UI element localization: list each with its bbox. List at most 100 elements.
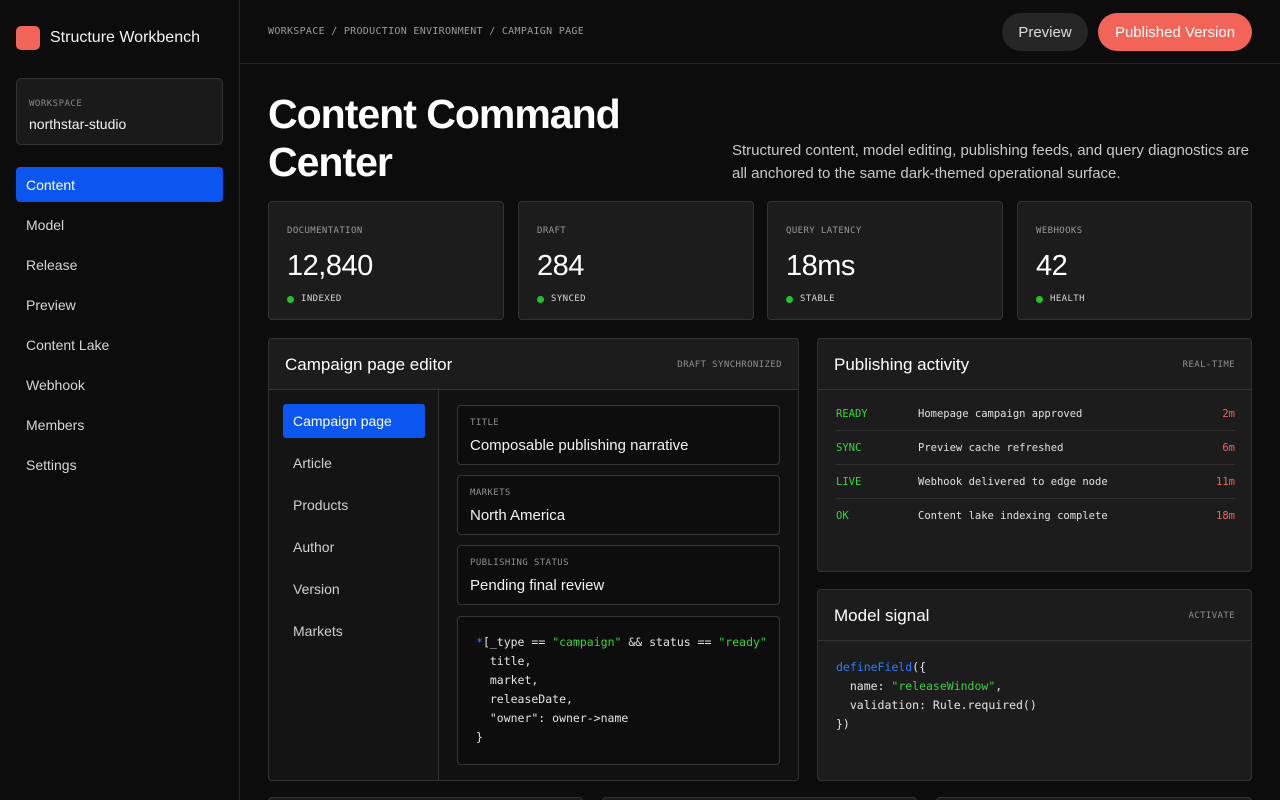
page-description: Structured content, model editing, publi…: [732, 142, 1249, 182]
query-mid: && status ==: [621, 635, 719, 649]
field-label: MARKETS: [470, 488, 511, 498]
code-line: validation: Rule.required(): [836, 698, 1037, 712]
query-type-value: "campaign": [552, 635, 622, 649]
status-dot-icon: [786, 295, 793, 303]
panel-status-tag: DRAFT SYNCHRONIZED: [677, 360, 782, 370]
panel-action-tag[interactable]: ACTIVATE: [1188, 611, 1235, 621]
code-function: defineField: [836, 660, 913, 674]
stat-card-query-latency: QUERY LATENCY 18ms STABLE: [767, 201, 1003, 320]
doc-item-products[interactable]: Products: [283, 488, 425, 522]
doc-item-campaign-page[interactable]: Campaign page: [283, 404, 425, 438]
top-bar: WORKSPACE / PRODUCTION ENVIRONMENT / CAM…: [240, 0, 1280, 64]
stat-value: 12,840: [287, 250, 373, 282]
brand-logo-icon: [16, 26, 40, 50]
stat-status-text: HEALTH: [1050, 294, 1085, 304]
campaign-editor-panel: Campaign page editor DRAFT SYNCHRONIZED …: [268, 338, 799, 781]
sidebar-item-webhook[interactable]: Webhook: [16, 367, 223, 402]
document-type-list: Campaign page Article Products Author Ve…: [269, 390, 439, 780]
stat-label: DRAFT: [537, 226, 567, 236]
query-status-value: "ready": [718, 635, 767, 649]
activity-status: LIVE: [836, 476, 862, 488]
code-line: }): [836, 717, 850, 731]
publishing-activity-panel: Publishing activity REAL-TIME READY Home…: [817, 338, 1252, 572]
workspace-name: northstar-studio: [29, 116, 127, 132]
stat-status: HEALTH: [1036, 294, 1085, 304]
sidebar-item-preview[interactable]: Preview: [16, 287, 223, 322]
status-dot-icon: [537, 295, 544, 303]
groq-query-editor[interactable]: *[_type == "campaign" && status == "read…: [457, 616, 780, 765]
activity-status: READY: [836, 408, 868, 420]
panel-status-tag: REAL-TIME: [1182, 360, 1235, 370]
stat-card-webhooks: WEBHOOKS 42 HEALTH: [1017, 201, 1252, 320]
code-line: name: "releaseWindow",: [836, 679, 1002, 693]
model-signal-panel: Model signal ACTIVATE defineField({ name…: [817, 589, 1252, 781]
stat-label: QUERY LATENCY: [786, 226, 862, 236]
app-name: Structure Workbench: [50, 29, 200, 46]
panel-header: Model signal ACTIVATE: [818, 590, 1251, 641]
publishing-status-field[interactable]: PUBLISHING STATUS Pending final review: [457, 545, 780, 605]
status-dot-icon: [287, 295, 294, 303]
panel-header: Campaign page editor DRAFT SYNCHRONIZED: [269, 339, 798, 390]
doc-item-version[interactable]: Version: [283, 572, 425, 606]
activity-status: OK: [836, 510, 849, 522]
query-line: }: [476, 730, 483, 744]
code-open: ({: [912, 660, 927, 674]
query-line: releaseDate,: [476, 692, 573, 706]
stat-card-draft: DRAFT 284 SYNCED: [518, 201, 754, 320]
activity-row[interactable]: LIVE Webhook delivered to edge node 11m: [836, 465, 1235, 499]
activity-row[interactable]: SYNC Preview cache refreshed 6m: [836, 431, 1235, 465]
stat-status-text: STABLE: [800, 294, 835, 304]
stat-status: SYNCED: [537, 294, 586, 304]
stat-label: DOCUMENTATION: [287, 226, 363, 236]
stat-value: 42: [1036, 250, 1068, 282]
doc-item-markets[interactable]: Markets: [283, 614, 425, 648]
stat-status-text: SYNCED: [551, 294, 586, 304]
sidebar-item-content-lake[interactable]: Content Lake: [16, 327, 223, 362]
stat-status: STABLE: [786, 294, 835, 304]
activity-time: 18m: [1216, 510, 1235, 522]
status-dot-icon: [1036, 295, 1043, 303]
field-value: Pending final review: [470, 577, 605, 594]
query-line: "owner": owner->name: [476, 711, 629, 725]
sidebar-item-settings[interactable]: Settings: [16, 447, 223, 482]
page-title: Content Command Center: [268, 90, 688, 186]
sidebar-nav: Content Model Release Preview Content La…: [16, 167, 223, 487]
doc-item-author[interactable]: Author: [283, 530, 425, 564]
workspace-label: WORKSPACE: [29, 99, 83, 109]
sidebar-item-members[interactable]: Members: [16, 407, 223, 442]
title-field[interactable]: TITLE Composable publishing narrative: [457, 405, 780, 465]
activity-text: Content lake indexing complete: [918, 510, 1108, 522]
sidebar-item-model[interactable]: Model: [16, 207, 223, 242]
code-name-value: "releaseWindow": [891, 679, 996, 693]
brand[interactable]: Structure Workbench: [16, 26, 200, 50]
page-title-line-1: Content Command: [268, 91, 621, 137]
activity-status: SYNC: [836, 442, 862, 454]
doc-item-article[interactable]: Article: [283, 446, 425, 480]
query-star: *: [476, 635, 483, 649]
sidebar: Structure Workbench WORKSPACE northstar-…: [0, 0, 240, 800]
activity-row[interactable]: OK Content lake indexing complete 18m: [836, 499, 1235, 533]
panel-title: Publishing activity: [834, 355, 970, 374]
page-title-line-2: Center: [268, 139, 393, 185]
sidebar-item-content[interactable]: Content: [16, 167, 223, 202]
published-version-button[interactable]: Published Version: [1098, 13, 1252, 51]
panel-title: Model signal: [834, 606, 930, 625]
workspace-selector[interactable]: WORKSPACE northstar-studio: [16, 78, 223, 145]
field-label: PUBLISHING STATUS: [470, 558, 569, 568]
markets-field[interactable]: MARKETS North America: [457, 475, 780, 535]
sidebar-item-release[interactable]: Release: [16, 247, 223, 282]
breadcrumb: WORKSPACE / PRODUCTION ENVIRONMENT / CAM…: [268, 26, 585, 37]
activity-time: 6m: [1222, 442, 1235, 454]
activity-row[interactable]: READY Homepage campaign approved 2m: [836, 397, 1235, 431]
panel-title: Campaign page editor: [285, 355, 453, 374]
stat-value: 284: [537, 250, 584, 282]
field-label: TITLE: [470, 418, 500, 428]
stat-card-documentation: DOCUMENTATION 12,840 INDEXED: [268, 201, 504, 320]
stat-label: WEBHOOKS: [1036, 226, 1083, 236]
query-line: market,: [476, 673, 539, 687]
stat-status: INDEXED: [287, 294, 342, 304]
code-name-key: name:: [836, 679, 892, 693]
query-open: [_type ==: [482, 635, 553, 649]
document-fields: TITLE Composable publishing narrative MA…: [439, 390, 798, 780]
preview-button[interactable]: Preview: [1002, 13, 1088, 51]
